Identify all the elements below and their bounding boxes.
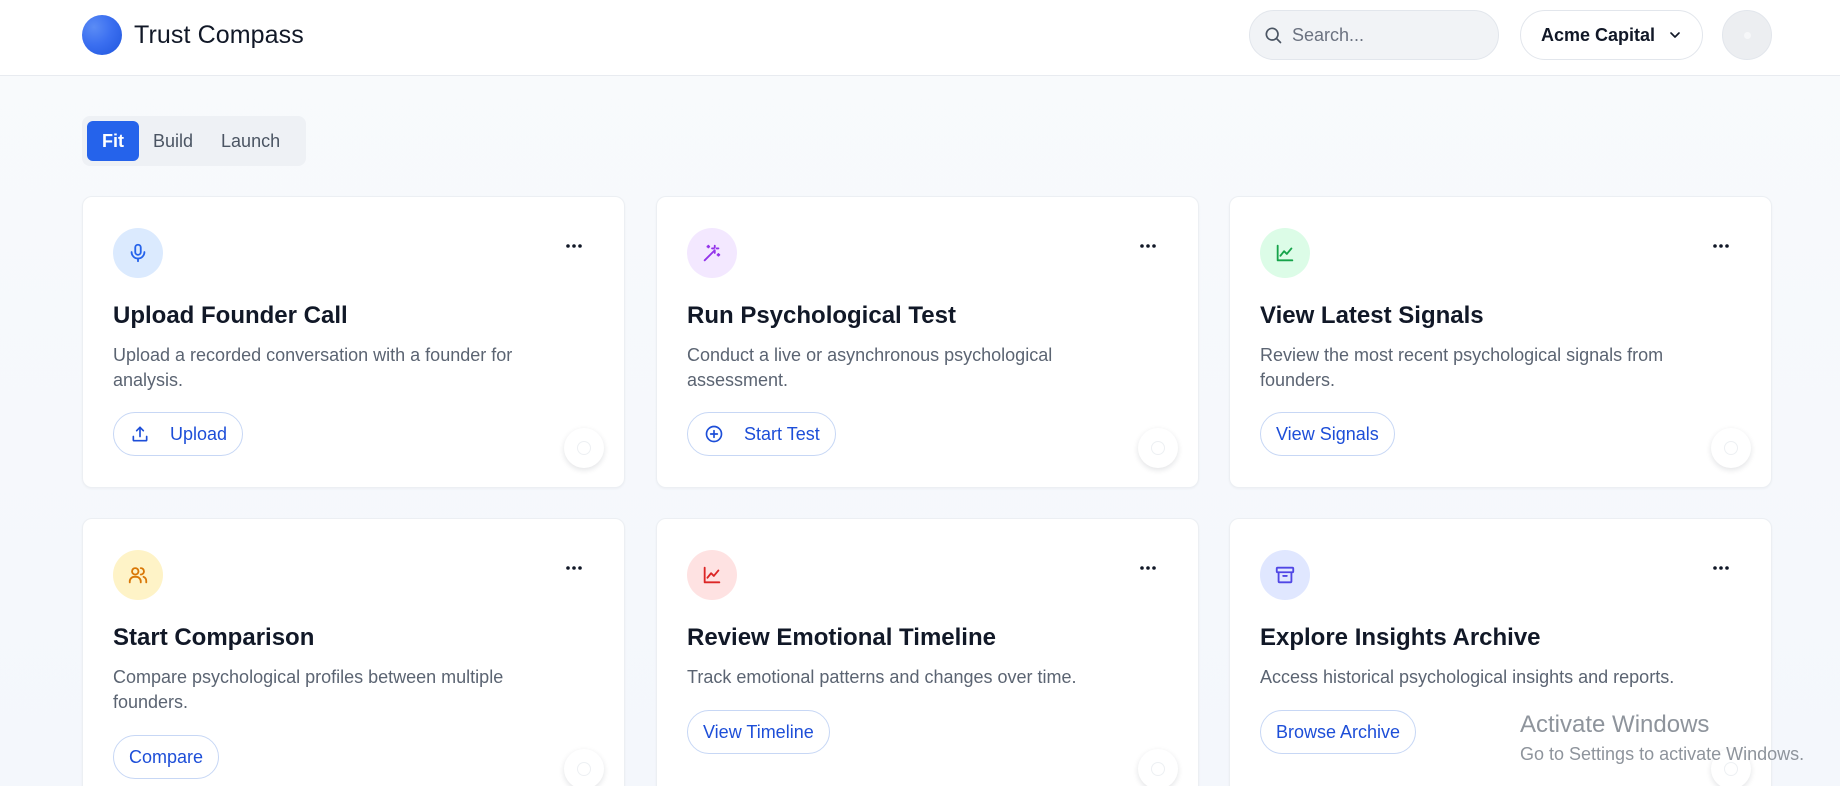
brand-logo: [82, 15, 122, 55]
upload-button-label: Upload: [170, 423, 228, 444]
tab-launch[interactable]: Launch: [207, 121, 294, 161]
view-signals-button[interactable]: View Signals: [1260, 412, 1395, 456]
more-horizontal-icon: [566, 244, 582, 248]
card-title: Review Emotional Timeline: [687, 624, 996, 651]
browse-archive-button[interactable]: Browse Archive: [1260, 710, 1417, 754]
tab-fit[interactable]: Fit: [87, 121, 139, 161]
organization-select[interactable]: Acme Capital: [1520, 10, 1703, 60]
more-horizontal-icon: [1713, 566, 1729, 570]
more-horizontal-icon: [566, 566, 582, 570]
card-icon-badge: [687, 550, 737, 600]
more-options-button[interactable]: [1709, 237, 1733, 255]
plus-circle-icon: [705, 425, 723, 443]
card-title: View Latest Signals: [1260, 302, 1484, 329]
top-header: Trust Compass Acme Capital: [0, 0, 1840, 76]
more-options-button[interactable]: [1136, 237, 1160, 255]
quick-action-button[interactable]: [564, 749, 604, 786]
card-title: Upload Founder Call: [113, 302, 348, 329]
start-test-button-label: Start Test: [744, 423, 820, 444]
card-run-psychological-test: Run Psychological Test Conduct a live or…: [656, 196, 1199, 488]
card-description: Compare psychological profiles between m…: [113, 667, 504, 712]
card-view-latest-signals: View Latest Signals Review the most rece…: [1229, 196, 1772, 488]
app-name: Trust Compass: [134, 20, 304, 49]
card-title: Start Comparison: [113, 624, 315, 651]
more-horizontal-icon: [1140, 244, 1156, 248]
card-review-emotional-timeline: Review Emotional Timeline Track emotiona…: [656, 518, 1199, 786]
quick-action-icon: [577, 762, 591, 776]
quick-action-icon: [577, 441, 591, 455]
user-avatar[interactable]: [1722, 10, 1772, 60]
card-icon-badge: [113, 228, 163, 278]
card-title: Run Psychological Test: [687, 302, 956, 329]
quick-action-button[interactable]: [564, 428, 604, 468]
quick-action-button[interactable]: [1711, 428, 1751, 468]
card-icon-badge: [113, 550, 163, 600]
search-input[interactable]: [1292, 11, 1482, 59]
card-description: Review the most recent psychological sig…: [1260, 345, 1664, 390]
quick-action-icon: [1151, 762, 1165, 776]
card-start-comparison: Start Comparison Compare psychological p…: [82, 518, 625, 786]
watermark-title: Activate Windows: [1520, 711, 1710, 738]
upload-button[interactable]: Upload: [113, 412, 244, 456]
view-timeline-button-label: View Timeline: [703, 721, 814, 742]
search-icon: [1265, 27, 1282, 44]
more-options-button[interactable]: [562, 559, 586, 577]
more-options-button[interactable]: [1136, 559, 1160, 577]
windows-activation-watermark: Activate Windows Go to Settings to activ…: [1520, 710, 1804, 766]
compare-button-label: Compare: [129, 746, 204, 767]
quick-action-icon: [1724, 441, 1738, 455]
line-chart-icon: [703, 566, 721, 584]
organization-label: Acme Capital: [1541, 24, 1656, 45]
browse-archive-button-label: Browse Archive: [1276, 721, 1401, 742]
more-options-button[interactable]: [1709, 559, 1733, 577]
quick-action-button[interactable]: [1138, 428, 1178, 468]
quick-action-button[interactable]: [1138, 749, 1178, 786]
card-title: Explore Insights Archive: [1260, 624, 1541, 651]
start-test-button[interactable]: Start Test: [687, 412, 836, 456]
tab-build[interactable]: Build: [139, 121, 207, 161]
card-description: Track emotional patterns and changes ove…: [687, 667, 1077, 687]
card-description: Conduct a live or asynchronous psycholog…: [687, 345, 1053, 390]
stage-tabs: Fit Build Launch: [82, 116, 306, 166]
card-description: Upload a recorded conversation with a fo…: [113, 345, 513, 390]
brand[interactable]: Trust Compass: [82, 15, 304, 55]
compare-button[interactable]: Compare: [113, 735, 220, 779]
card-icon-badge: [687, 228, 737, 278]
chevron-down-icon: [1670, 32, 1680, 38]
users-icon: [128, 567, 148, 584]
view-timeline-button[interactable]: View Timeline: [687, 710, 830, 754]
upload-icon: [132, 426, 148, 442]
card-description: Access historical psychological insights…: [1260, 667, 1675, 687]
line-chart-icon: [1276, 244, 1294, 262]
more-options-button[interactable]: [562, 237, 586, 255]
card-icon-badge: [1260, 550, 1310, 600]
avatar-placeholder: [1744, 32, 1751, 39]
search-box[interactable]: [1249, 10, 1499, 60]
more-horizontal-icon: [1713, 244, 1729, 248]
view-signals-button-label: View Signals: [1276, 423, 1379, 444]
card-upload-founder-call: Upload Founder Call Upload a recorded co…: [82, 196, 625, 488]
more-horizontal-icon: [1140, 566, 1156, 570]
card-icon-badge: [1260, 228, 1310, 278]
archive-icon: [1275, 566, 1295, 584]
microphone-icon: [130, 243, 146, 263]
magic-wand-icon: [703, 244, 721, 262]
quick-action-icon: [1151, 441, 1165, 455]
watermark-subtitle: Go to Settings to activate Windows.: [1520, 744, 1805, 764]
